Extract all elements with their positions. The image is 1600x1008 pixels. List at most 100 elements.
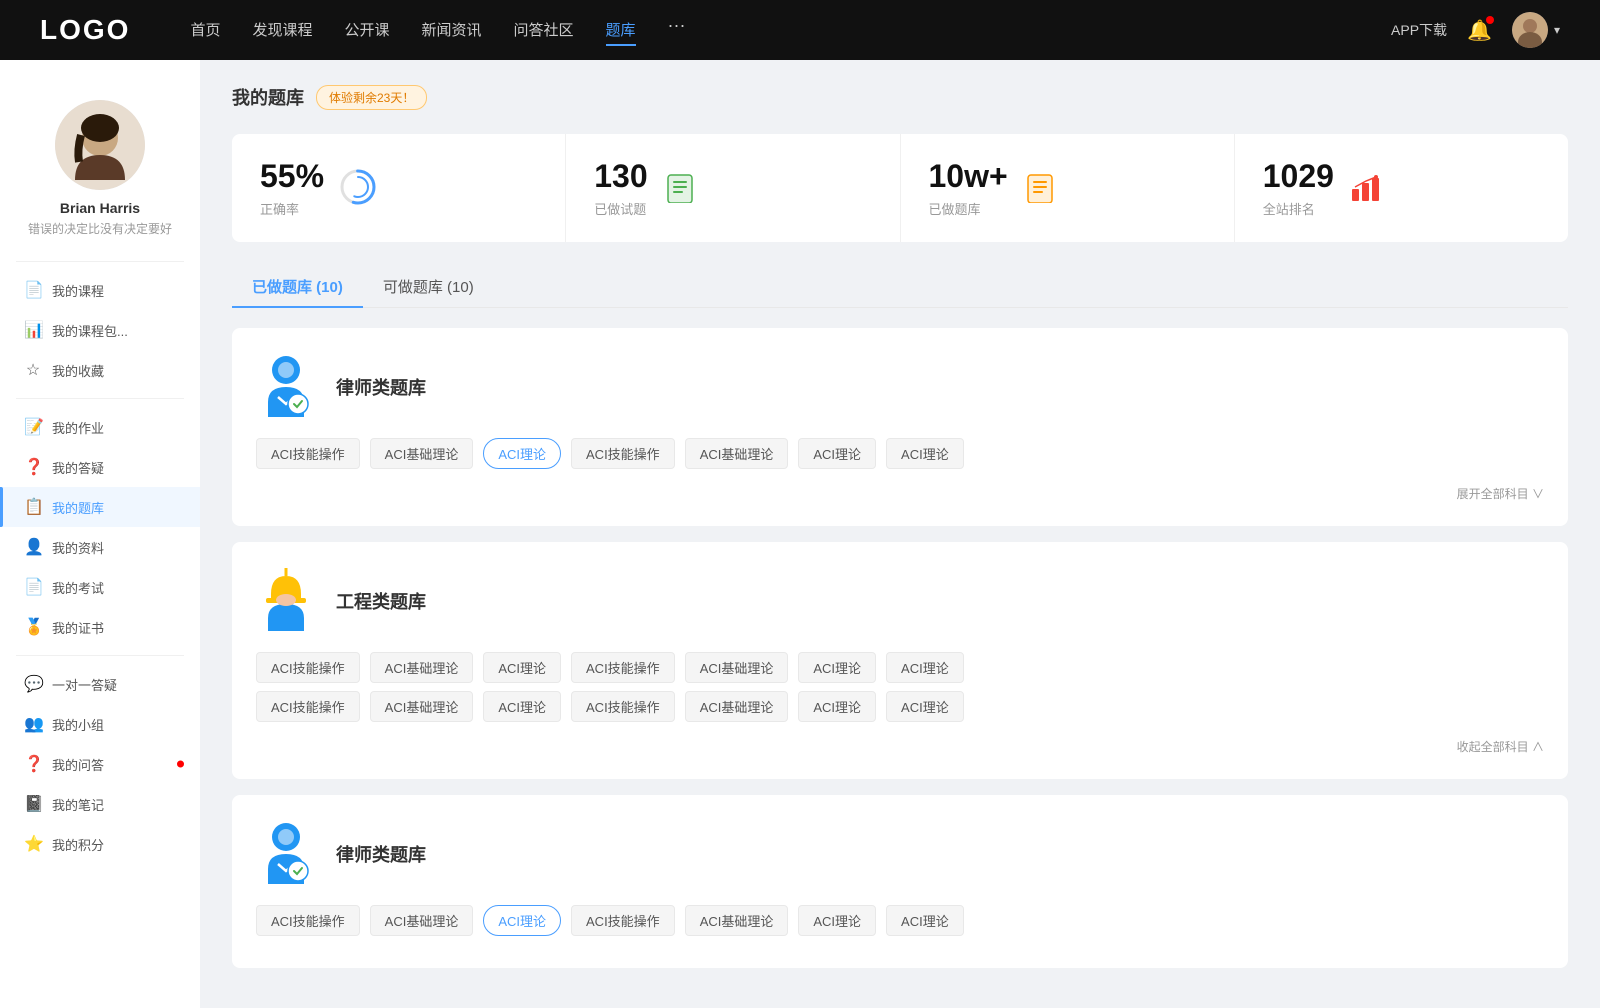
tag-lawyer2-0[interactable]: ACI技能操作: [256, 905, 360, 936]
ranking-icon: [1350, 171, 1382, 206]
sidebar-item-myqa[interactable]: ❓ 我的问答: [0, 744, 200, 784]
app-download-button[interactable]: APP下载: [1391, 20, 1447, 40]
notification-button[interactable]: 🔔: [1467, 18, 1492, 43]
tag-lawyer1-0[interactable]: ACI技能操作: [256, 438, 360, 469]
tag-lawyer2-3[interactable]: ACI技能操作: [571, 905, 675, 936]
tag-engineer1-r2-4[interactable]: ACI基础理论: [685, 691, 789, 722]
main-layout: Brian Harris 错误的决定比没有决定要好 📄 我的课程 📊 我的课程包…: [0, 60, 1600, 1008]
tag-lawyer1-4[interactable]: ACI基础理论: [685, 438, 789, 469]
tag-engineer1-r1-0[interactable]: ACI技能操作: [256, 652, 360, 683]
bank-title-engineer1: 工程类题库: [336, 588, 426, 614]
sidebar-item-favorites[interactable]: ☆ 我的收藏: [0, 350, 200, 390]
expand-link-lawyer1[interactable]: 展开全部科目 ∨: [256, 477, 1544, 502]
nav-news[interactable]: 新闻资讯: [422, 15, 482, 46]
bank-header-engineer1: 工程类题库: [256, 566, 1544, 636]
stat-done-questions-value: 130: [594, 158, 647, 195]
sidebar-item-qa[interactable]: ❓ 我的答疑: [0, 447, 200, 487]
sidebar-divider-1: [16, 261, 184, 262]
tags-row-lawyer2: ACI技能操作 ACI基础理论 ACI理论 ACI技能操作 ACI基础理论 AC…: [256, 905, 1544, 936]
sidebar-item-points[interactable]: ⭐ 我的积分: [0, 824, 200, 864]
nav-discover[interactable]: 发现课程: [252, 15, 312, 46]
sidebar-item-coursepack[interactable]: 📊 我的课程包...: [0, 310, 200, 350]
sidebar-item-homework[interactable]: 📝 我的作业: [0, 407, 200, 447]
logo: LOGO: [40, 14, 130, 46]
sidebar-item-exam[interactable]: 📄 我的考试: [0, 567, 200, 607]
header: LOGO 首页 发现课程 公开课 新闻资讯 问答社区 题库 ··· APP下载 …: [0, 0, 1600, 60]
nav-more[interactable]: ···: [668, 15, 686, 46]
nav-home[interactable]: 首页: [190, 15, 220, 46]
stat-accuracy-label: 正确率: [260, 199, 324, 218]
tags-row-engineer1-row1: ACI技能操作 ACI基础理论 ACI理论 ACI技能操作 ACI基础理论 AC…: [256, 652, 1544, 683]
profile-motto: 错误的决定比没有决定要好: [18, 220, 182, 237]
tag-engineer1-r2-3[interactable]: ACI技能操作: [571, 691, 675, 722]
sidebar-divider-3: [16, 655, 184, 656]
tag-lawyer2-2[interactable]: ACI理论: [483, 905, 561, 936]
main-nav: 首页 发现课程 公开课 新闻资讯 问答社区 题库 ···: [190, 15, 1391, 46]
sidebar-item-cert[interactable]: 🏅 我的证书: [0, 607, 200, 647]
tag-engineer1-r1-4[interactable]: ACI基础理论: [685, 652, 789, 683]
page-header: 我的题库 体验剩余23天！: [232, 84, 1568, 110]
tag-engineer1-r1-1[interactable]: ACI基础理论: [370, 652, 474, 683]
tag-lawyer2-1[interactable]: ACI基础理论: [370, 905, 474, 936]
tag-lawyer2-5[interactable]: ACI理论: [798, 905, 876, 936]
tab-available-banks[interactable]: 可做题库 (10): [363, 266, 494, 307]
qa-icon: ❓: [24, 457, 42, 477]
bank-card-engineer1: 工程类题库 ACI技能操作 ACI基础理论 ACI理论 ACI技能操作 ACI基…: [232, 542, 1568, 779]
main-content: 我的题库 体验剩余23天！ 55% 正确率: [200, 60, 1600, 1008]
profile-name: Brian Harris: [60, 200, 140, 216]
stat-ranking-value: 1029: [1263, 158, 1334, 195]
tag-lawyer2-6[interactable]: ACI理论: [886, 905, 964, 936]
tag-engineer1-r2-6[interactable]: ACI理论: [886, 691, 964, 722]
accuracy-icon: [340, 169, 376, 208]
tab-done-banks[interactable]: 已做题库 (10): [232, 266, 363, 307]
tag-lawyer1-2[interactable]: ACI理论: [483, 438, 561, 469]
sidebar-item-group[interactable]: 👥 我的小组: [0, 704, 200, 744]
star-icon: ☆: [24, 360, 42, 380]
chevron-down-icon: ▾: [1554, 23, 1560, 37]
tag-engineer1-r2-5[interactable]: ACI理论: [798, 691, 876, 722]
tag-engineer1-r2-1[interactable]: ACI基础理论: [370, 691, 474, 722]
tag-lawyer1-5[interactable]: ACI理论: [798, 438, 876, 469]
stat-done-banks-label: 已做题库: [929, 199, 1008, 218]
bank-title-lawyer2: 律师类题库: [336, 841, 426, 867]
tabs: 已做题库 (10) 可做题库 (10): [232, 266, 1568, 308]
bank-card-lawyer2: 律师类题库 ACI技能操作 ACI基础理论 ACI理论 ACI技能操作 ACI基…: [232, 795, 1568, 968]
tag-lawyer1-3[interactable]: ACI技能操作: [571, 438, 675, 469]
bank-header-lawyer1: 律师类题库: [256, 352, 1544, 422]
group-icon: 👥: [24, 714, 42, 734]
tag-engineer1-r1-6[interactable]: ACI理论: [886, 652, 964, 683]
tag-engineer1-r2-0[interactable]: ACI技能操作: [256, 691, 360, 722]
nav-opencourse[interactable]: 公开课: [344, 15, 389, 46]
sidebar-item-1to1qa[interactable]: 💬 一对一答疑: [0, 664, 200, 704]
profile-area: Brian Harris 错误的决定比没有决定要好: [0, 80, 200, 253]
myqa-icon: ❓: [24, 754, 42, 774]
user-avatar-area[interactable]: ▾: [1512, 12, 1560, 48]
sidebar-item-notes[interactable]: 📓 我的笔记: [0, 784, 200, 824]
nav-qa[interactable]: 问答社区: [514, 15, 574, 46]
bank-header-lawyer2: 律师类题库: [256, 819, 1544, 889]
bank-title-lawyer1: 律师类题库: [336, 374, 426, 400]
engineer-icon: [256, 566, 316, 636]
sidebar-item-profile[interactable]: 👤 我的资料: [0, 527, 200, 567]
lawyer-icon: [256, 352, 316, 422]
tag-lawyer2-4[interactable]: ACI基础理论: [685, 905, 789, 936]
tag-engineer1-r2-2[interactable]: ACI理论: [483, 691, 561, 722]
expand-link-engineer1[interactable]: 收起全部科目 ∧: [256, 730, 1544, 755]
tag-engineer1-r1-3[interactable]: ACI技能操作: [571, 652, 675, 683]
stat-accuracy-value: 55%: [260, 158, 324, 195]
stat-done-questions-label: 已做试题: [594, 199, 647, 218]
tag-engineer1-r1-5[interactable]: ACI理论: [798, 652, 876, 683]
sidebar-item-course[interactable]: 📄 我的课程: [0, 270, 200, 310]
tag-engineer1-r1-2[interactable]: ACI理论: [483, 652, 561, 683]
header-right: APP下载 🔔 ▾: [1391, 12, 1560, 48]
sidebar-item-questionbank[interactable]: 📋 我的题库: [0, 487, 200, 527]
tag-lawyer1-1[interactable]: ACI基础理论: [370, 438, 474, 469]
done-questions-icon: [664, 171, 696, 206]
tags-row-lawyer1: ACI技能操作 ACI基础理论 ACI理论 ACI技能操作 ACI基础理论 AC…: [256, 438, 1544, 469]
tags-row-engineer1-row2: ACI技能操作 ACI基础理论 ACI理论 ACI技能操作 ACI基础理论 AC…: [256, 691, 1544, 722]
stat-done-banks: 10w+ 已做题库: [901, 134, 1235, 242]
trial-badge: 体验剩余23天！: [316, 85, 427, 110]
nav-questionbank[interactable]: 题库: [606, 15, 636, 46]
stat-ranking: 1029 全站排名: [1235, 134, 1568, 242]
tag-lawyer1-6[interactable]: ACI理论: [886, 438, 964, 469]
